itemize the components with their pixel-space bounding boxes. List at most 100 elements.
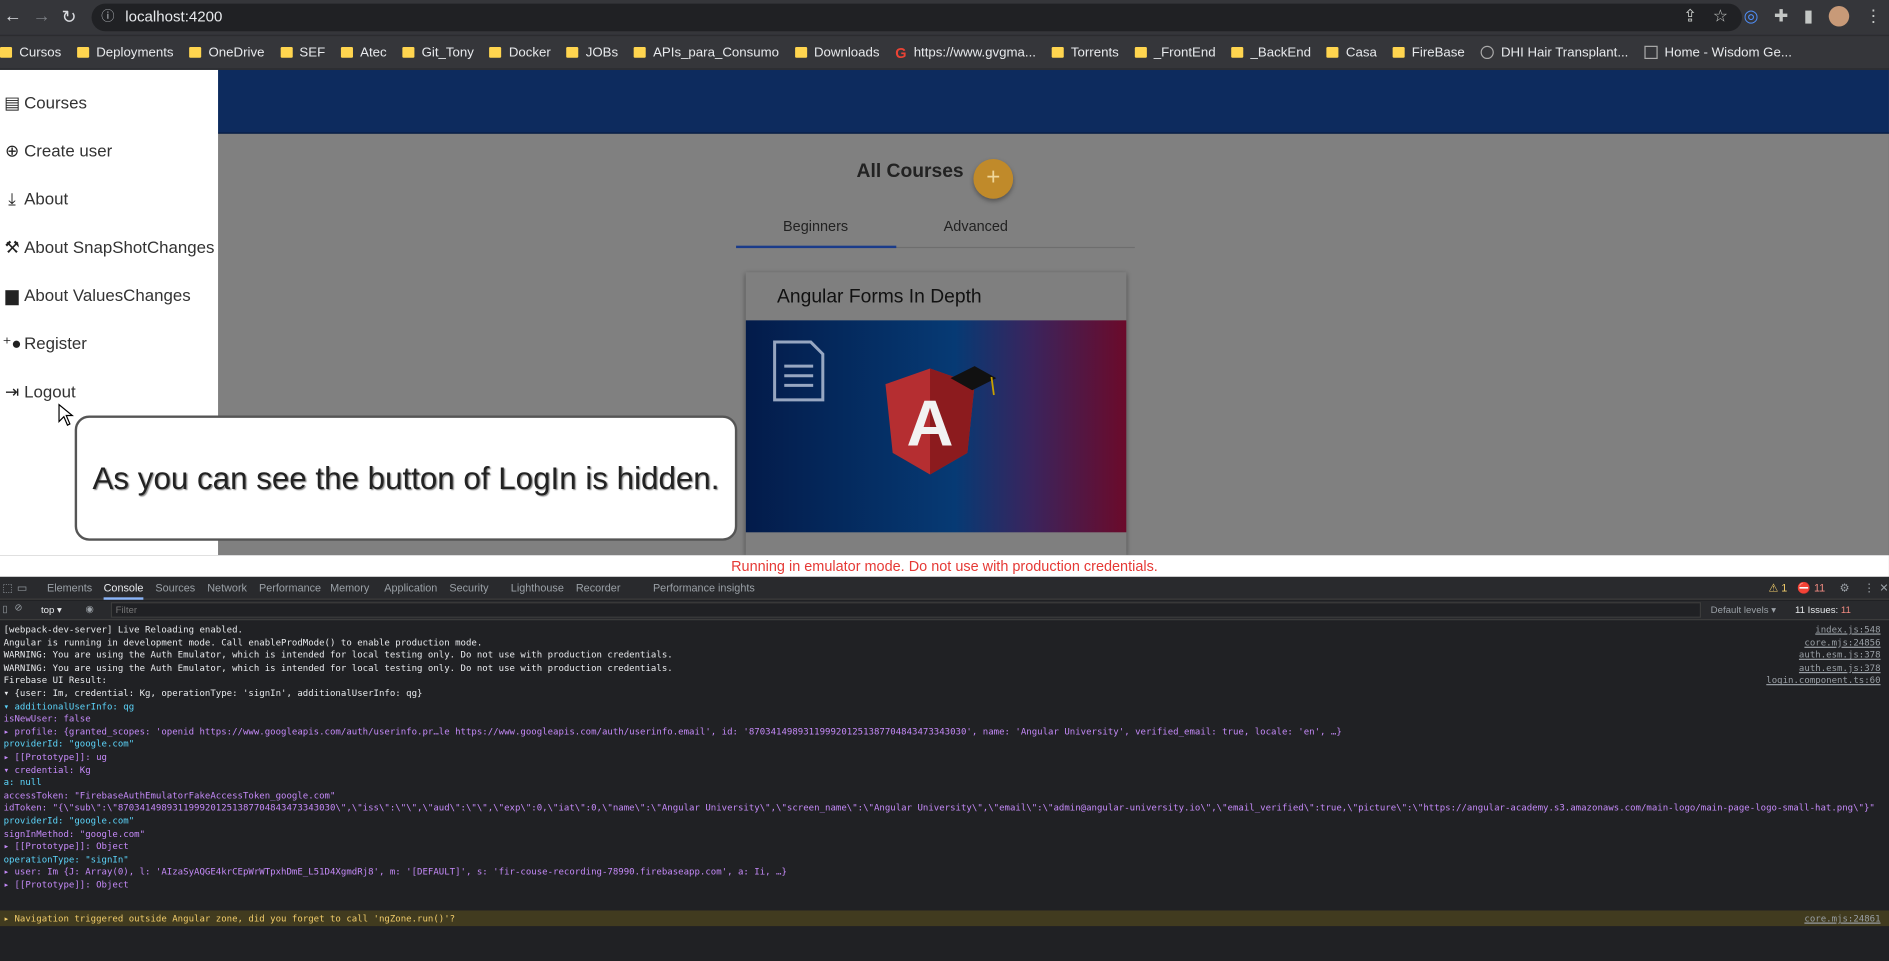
bookmark-item[interactable]: _BackEnd bbox=[1231, 45, 1311, 60]
sidenav-item-label: Register bbox=[24, 333, 87, 353]
bookmark-label: https://www.gvgma... bbox=[913, 45, 1036, 60]
bookmark-item[interactable]: _FrontEnd bbox=[1134, 45, 1216, 60]
error-count[interactable]: ⛔ 11 bbox=[1797, 577, 1825, 600]
tab-active-indicator bbox=[736, 245, 897, 249]
devtools-tab-performance[interactable]: Performance bbox=[259, 577, 321, 600]
devtools-tab-console[interactable]: Console bbox=[103, 577, 144, 600]
devtools-tab-memory[interactable]: Memory bbox=[330, 577, 369, 600]
annotation-callout: As you can see the button of LogIn is hi… bbox=[74, 415, 738, 541]
bookmark-item[interactable]: JOBs bbox=[566, 45, 618, 60]
sidenav-item-courses[interactable]: ▤ Courses bbox=[0, 86, 87, 120]
devtools-tab-application[interactable]: Application bbox=[384, 577, 437, 600]
tab-beginners[interactable]: Beginners bbox=[736, 218, 895, 235]
folder-icon bbox=[280, 46, 293, 58]
mouse-cursor-icon bbox=[58, 403, 74, 426]
forward-icon[interactable]: → bbox=[33, 6, 51, 26]
clear-console-icon[interactable]: ⊘ bbox=[14, 602, 22, 613]
bookmark-item[interactable]: Git_Tony bbox=[402, 45, 474, 60]
forum-icon: ▆ bbox=[5, 284, 19, 305]
course-card-title: Angular Forms In Depth bbox=[777, 286, 982, 308]
devtools-tab-recorder[interactable]: Recorder bbox=[576, 577, 621, 600]
sidebar-toggle-icon[interactable]: ▯ bbox=[2, 603, 7, 614]
bookmark-label: Deployments bbox=[96, 45, 174, 60]
back-icon[interactable]: ← bbox=[4, 6, 22, 26]
document-icon bbox=[773, 340, 825, 402]
close-icon[interactable]: ✕ bbox=[1879, 577, 1888, 600]
course-card-image: A bbox=[745, 320, 1127, 533]
gavel-icon: ⚒ bbox=[4, 236, 20, 256]
puzzle-icon[interactable]: ✚ bbox=[1774, 6, 1788, 26]
console-source-link[interactable]: core.mjs:24861 bbox=[1804, 913, 1880, 924]
address-bar[interactable]: ⓘ localhost:4200 bbox=[91, 3, 1742, 32]
console-source-link[interactable]: auth.esm.js:378 bbox=[1799, 662, 1881, 673]
bookmark-item[interactable]: Ghttps://www.gvgma... bbox=[895, 44, 1036, 61]
console-line: a: null bbox=[3, 776, 42, 788]
bookmark-item[interactable]: APIs_para_Consumo bbox=[633, 45, 779, 60]
sidenav-item-register[interactable]: ⁺● Register bbox=[0, 326, 87, 360]
bookmark-item[interactable]: Cursos bbox=[0, 45, 61, 60]
sidenav-item-label: Create user bbox=[24, 140, 113, 161]
course-card[interactable]: Angular Forms In Depth A bbox=[745, 272, 1127, 556]
sidepanel-icon[interactable]: ▮ bbox=[1804, 6, 1813, 26]
bookmark-item[interactable]: SEF bbox=[280, 45, 325, 60]
sidenav-item-about[interactable]: ⤓ About bbox=[0, 182, 68, 216]
devtools-menu-icon[interactable]: ⋮ bbox=[1864, 577, 1875, 600]
bookmark-item[interactable]: OneDrive bbox=[189, 45, 264, 60]
devtools-tab-lighthouse[interactable]: Lighthouse bbox=[511, 577, 564, 600]
inspect-icon[interactable]: ⬚ bbox=[2, 577, 12, 600]
eye-icon[interactable]: ◉ bbox=[86, 603, 94, 614]
console-toolbar: ▯ ⊘ top ▾ ◉ Default levels ▾ 11 Issues: … bbox=[0, 600, 1889, 621]
bookmark-item[interactable]: DHI Hair Transplant... bbox=[1480, 45, 1628, 60]
bookmark-label: Downloads bbox=[813, 45, 880, 60]
devtools-tab-network[interactable]: Network bbox=[207, 577, 247, 600]
reload-icon[interactable]: ↻ bbox=[61, 6, 76, 28]
extension-icon[interactable]: ◎ bbox=[1744, 6, 1759, 26]
avatar[interactable] bbox=[1828, 6, 1850, 27]
bookmark-item[interactable]: Torrents bbox=[1051, 45, 1119, 60]
share-icon[interactable]: ⇪ bbox=[1683, 6, 1697, 26]
log-levels-select[interactable]: Default levels ▾ bbox=[1711, 605, 1776, 616]
folder-icon bbox=[1134, 46, 1147, 58]
screenshot-stage: ← → ↻ ⓘ localhost:4200 ⇪ ☆ ◎ ✚ ▮ ⋮ Curso… bbox=[0, 0, 1889, 961]
devtools-tab-sources[interactable]: Sources bbox=[155, 577, 195, 600]
folder-icon bbox=[566, 46, 579, 58]
bookmark-star-icon[interactable]: ☆ bbox=[1713, 6, 1728, 26]
warning-count[interactable]: ⚠ 1 bbox=[1768, 577, 1787, 600]
tab-advanced[interactable]: Advanced bbox=[896, 218, 1055, 235]
site-favicon-icon bbox=[1644, 45, 1658, 60]
devtools-tabs: ⬚ ▭ Elements Console Sources Network Perform… bbox=[0, 576, 1889, 600]
console-line: operationType: "signIn" bbox=[3, 853, 129, 865]
bookmark-item[interactable]: Atec bbox=[340, 45, 387, 60]
console-source-link[interactable]: core.mjs:24856 bbox=[1804, 637, 1880, 648]
bookmark-item[interactable]: Downloads bbox=[794, 45, 880, 60]
site-info-icon[interactable]: ⓘ bbox=[101, 4, 114, 32]
console-source-link[interactable]: auth.esm.js:378 bbox=[1799, 649, 1881, 660]
bookmark-item[interactable]: Home - Wisdom Ge... bbox=[1644, 45, 1792, 60]
folder-icon bbox=[0, 46, 13, 58]
bookmark-item[interactable]: Docker bbox=[489, 45, 551, 60]
sidenav-item-about-valueschanges[interactable]: ▆ About ValuesChanges bbox=[0, 278, 191, 312]
device-icon[interactable]: ▭ bbox=[17, 577, 27, 600]
bookmark-item[interactable]: Deployments bbox=[76, 45, 174, 60]
menu-icon[interactable]: ⋮ bbox=[1865, 6, 1882, 26]
console-line: providerId: "google.com" bbox=[3, 815, 135, 827]
settings-gear-icon[interactable]: ⚙ bbox=[1840, 577, 1850, 600]
console-source-link[interactable]: login.component.ts:60 bbox=[1766, 675, 1880, 686]
sidenav-item-about-snapshotchanges[interactable]: ⚒ About SnapShotChanges bbox=[0, 230, 214, 264]
devtools-tab-security[interactable]: Security bbox=[449, 577, 488, 600]
sidenav-item-create-user[interactable]: ⊕ Create user bbox=[0, 134, 112, 168]
add-course-button[interactable]: + bbox=[973, 158, 1014, 199]
issues-counter[interactable]: 11 Issues: 11 bbox=[1795, 605, 1851, 616]
console-line: [webpack-dev-server] Live Reloading enab… bbox=[3, 623, 243, 635]
bookmark-label: _FrontEnd bbox=[1153, 45, 1216, 60]
console-source-link[interactable]: index.js:548 bbox=[1815, 624, 1880, 635]
console-filter-input[interactable] bbox=[110, 602, 1702, 618]
folder-icon bbox=[76, 46, 89, 58]
bookmark-item[interactable]: FireBase bbox=[1392, 45, 1465, 60]
folder-icon bbox=[1326, 46, 1339, 58]
context-select[interactable]: top ▾ bbox=[41, 605, 62, 616]
devtools-tab-elements[interactable]: Elements bbox=[47, 577, 92, 600]
devtools-tab-performance-insights[interactable]: Performance insights bbox=[653, 577, 755, 600]
bookmark-item[interactable]: Casa bbox=[1326, 45, 1377, 60]
annotation-text: As you can see the button of LogIn is hi… bbox=[92, 459, 720, 496]
